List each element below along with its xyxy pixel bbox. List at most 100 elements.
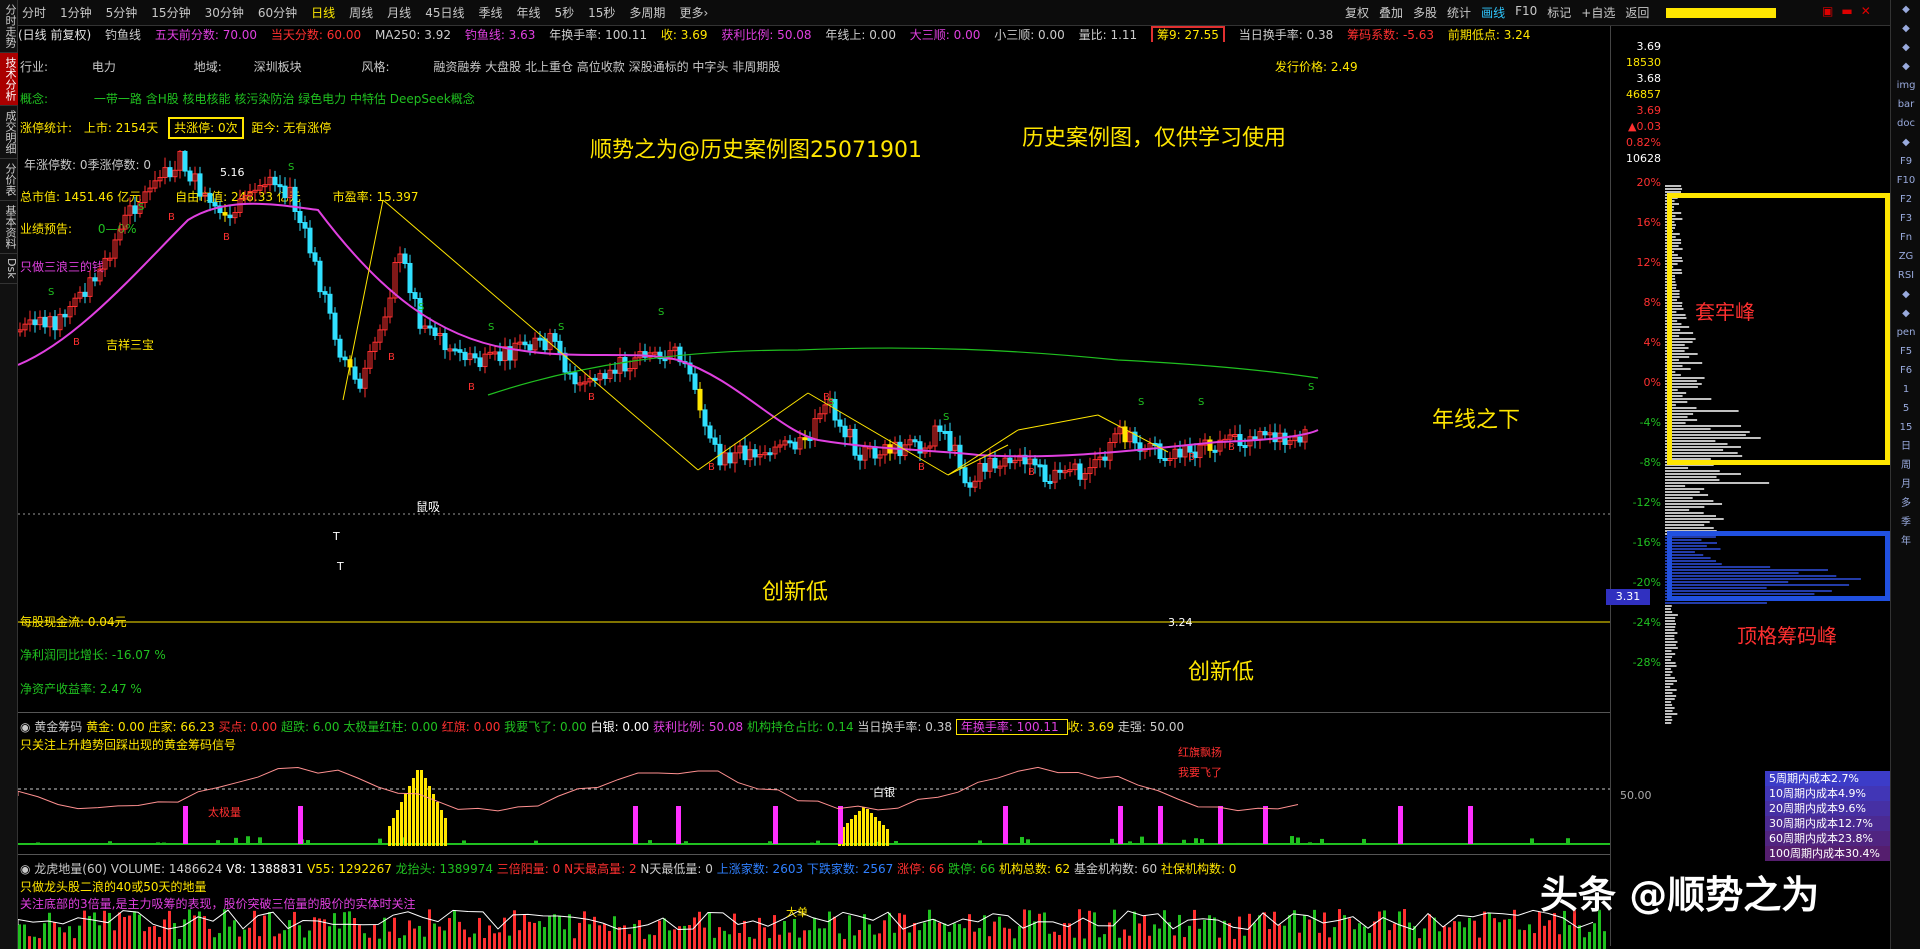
多-icon[interactable]: 多 — [1891, 494, 1920, 513]
tool-7[interactable]: +自选 — [1581, 4, 1615, 21]
period-tab-9[interactable]: 45日线 — [425, 4, 464, 22]
volume-bar — [163, 919, 166, 949]
golden-bar — [108, 841, 112, 844]
volume-bar — [833, 916, 836, 949]
5-icon[interactable]: 5 — [1891, 399, 1920, 418]
period-tab-10[interactable]: 季线 — [478, 4, 502, 22]
volume-bar — [1243, 935, 1246, 949]
日-icon[interactable]: 日 — [1891, 437, 1920, 456]
gold-fish-label[interactable]: 钓鱼线 — [105, 28, 141, 42]
RSI-icon[interactable]: RSI — [1891, 266, 1920, 285]
period-tab-11[interactable]: 年线 — [516, 4, 540, 22]
tool-8[interactable]: 返回 — [1625, 4, 1649, 21]
left-tab-3[interactable]: 分价表 — [0, 159, 18, 201]
tool-1[interactable]: 叠加 — [1379, 4, 1403, 21]
left-tab-4[interactable]: 基本资料 — [0, 201, 18, 254]
volume-bar — [363, 933, 366, 949]
golden-bar — [1020, 836, 1024, 844]
period-tab-13[interactable]: 15秒 — [588, 4, 615, 22]
chart-icon[interactable]: ◆ — [1891, 133, 1920, 152]
period-tab-7[interactable]: 周线 — [349, 4, 373, 22]
kline-chart[interactable]: BBBBBBBBB BBBSSSSS SSSSS SSTT — [18, 150, 1610, 730]
volume-bar — [63, 932, 66, 949]
1-icon[interactable]: 1 — [1891, 380, 1920, 399]
Fn-icon[interactable]: Fn — [1891, 228, 1920, 247]
ZG-icon[interactable]: ZG — [1891, 247, 1920, 266]
golden-chip-chart[interactable]: 太极量 红旗飘扬我要飞了白银 — [18, 736, 1610, 856]
dragon-item-13: 社保机构数: 0 — [1160, 862, 1237, 876]
volume-bar — [28, 936, 31, 949]
left-tab-2[interactable]: 成交明细 — [0, 106, 18, 159]
period-tab-8[interactable]: 月线 — [387, 4, 411, 22]
年-icon[interactable]: 年 — [1891, 532, 1920, 551]
月-icon[interactable]: 月 — [1891, 475, 1920, 494]
grid-icon[interactable]: ◆ — [1891, 57, 1920, 76]
volume-bar — [428, 909, 431, 949]
left-tab-5[interactable]: Dsk — [0, 254, 18, 284]
doc-icon[interactable]: doc — [1891, 114, 1920, 133]
volume-bar — [438, 926, 441, 949]
volume-bar — [1283, 925, 1286, 949]
F3-icon[interactable]: F3 — [1891, 209, 1920, 228]
tool-5[interactable]: F10 — [1515, 4, 1537, 21]
volume-bar — [1383, 910, 1386, 949]
period-tab-2[interactable]: 5分钟 — [106, 4, 138, 22]
F2-icon[interactable]: F2 — [1891, 190, 1920, 209]
up-arrow-icon[interactable]: ◆ — [1891, 0, 1920, 19]
period-tab-1[interactable]: 1分钟 — [60, 4, 92, 22]
tool-6[interactable]: 标记 — [1547, 4, 1571, 21]
period-tab-5[interactable]: 60分钟 — [258, 4, 297, 22]
golden-title[interactable]: ◉ 黄金筹码 — [20, 720, 86, 734]
F9-icon[interactable]: F9 — [1891, 152, 1920, 171]
F6-icon[interactable]: F6 — [1891, 361, 1920, 380]
dragon-item-9: 涨停: 66 — [897, 862, 949, 876]
volume-bar — [938, 922, 941, 949]
left-tab-0[interactable]: 分时走势 — [0, 0, 18, 53]
candle — [32, 319, 38, 326]
volume-bar — [553, 914, 556, 949]
tool-2[interactable]: 多股 — [1413, 4, 1437, 21]
candle — [1282, 432, 1288, 445]
restore-icon[interactable]: ▣ — [1822, 4, 1833, 18]
15-icon[interactable]: 15 — [1891, 418, 1920, 437]
周-icon[interactable]: 周 — [1891, 456, 1920, 475]
candle — [472, 353, 478, 359]
period-tab-0[interactable]: 分时 — [22, 4, 46, 22]
period-tab-6[interactable]: 日线 — [311, 4, 335, 22]
dragon-title[interactable]: ◉ 龙虎地量(60) — [20, 862, 111, 876]
period-tab-12[interactable]: 5秒 — [555, 4, 575, 22]
period-tab-4[interactable]: 30分钟 — [205, 4, 244, 22]
volume-bar — [1018, 926, 1021, 949]
volume-chart[interactable] — [18, 880, 1610, 949]
golden-panel-header: ◉ 黄金筹码 黄金: 0.00 庄家: 66.23 买点: 0.00 超跌: 6… — [20, 718, 1610, 735]
季-icon[interactable]: 季 — [1891, 513, 1920, 532]
img-icon[interactable]: img — [1891, 76, 1920, 95]
book-icon[interactable]: ◆ — [1891, 38, 1920, 57]
candle — [52, 316, 58, 331]
bar-icon[interactable]: bar — [1891, 95, 1920, 114]
period-tab-14[interactable]: 多周期 — [629, 4, 665, 22]
move-icon[interactable]: ◆ — [1891, 304, 1920, 323]
pen-icon[interactable]: pen — [1891, 323, 1920, 342]
period-tab-3[interactable]: 15分钟 — [151, 4, 190, 22]
tool-0[interactable]: 复权 — [1345, 4, 1369, 21]
close-icon[interactable]: ✕ — [1861, 4, 1871, 18]
candle — [552, 333, 558, 342]
period-tab-15[interactable]: 更多› — [679, 4, 708, 22]
volume-bar — [583, 911, 586, 949]
volume-bar — [983, 915, 986, 949]
tool-3[interactable]: 统计 — [1447, 4, 1471, 21]
listed-days: 上市: 2154天 — [83, 121, 159, 135]
diamond-icon[interactable]: ◆ — [1891, 285, 1920, 304]
volume-bar — [1158, 928, 1161, 949]
volume-bar — [188, 909, 191, 949]
down-arrow-icon[interactable]: ◆ — [1891, 19, 1920, 38]
close-value: 收: 3.69 — [660, 28, 708, 42]
F10-icon[interactable]: F10 — [1891, 171, 1920, 190]
tool-4[interactable]: 画线 — [1481, 4, 1505, 21]
volume-bar — [1428, 914, 1431, 949]
minimize-icon[interactable]: ▬ — [1841, 4, 1852, 18]
volume-bar — [1508, 918, 1511, 949]
left-tab-1[interactable]: 技术分析 — [0, 53, 18, 106]
F5-icon[interactable]: F5 — [1891, 342, 1920, 361]
